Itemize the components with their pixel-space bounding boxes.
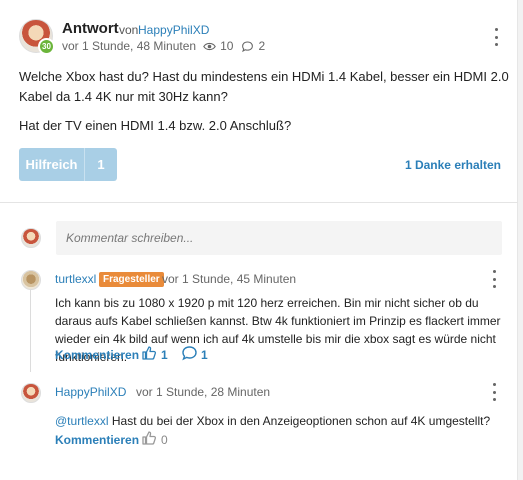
reply-count: 1 [201,348,208,362]
by-label: von [119,23,139,37]
views-count: 10 [220,39,234,53]
answer-more-icon[interactable] [493,28,499,46]
answer-time: vor 1 Stunde, 48 Minuten [62,39,197,53]
comments-count: 2 [258,39,266,53]
current-user-avatar [21,228,41,248]
mention-link[interactable]: @turtlexxl [55,414,109,428]
helpful-button[interactable]: Hilfreich 1 [19,148,117,181]
comment-author-link[interactable]: turtlexxl [55,272,96,286]
thumbs-up-icon[interactable] [141,430,157,451]
comment-input[interactable] [56,221,502,255]
asker-badge: Fragesteller [99,272,164,287]
replies-icon[interactable] [181,345,198,366]
helpful-label: Hilfreich [19,148,85,181]
answer-card: 30 Antwort von HappyPhilXD vor 1 Stunde,… [0,0,518,480]
comment-more-icon[interactable] [491,270,497,288]
answer-paragraph-1: Welche Xbox hast du? Hast du mindestens … [19,69,509,104]
eye-icon [203,40,216,53]
reply-button[interactable]: Kommentieren [55,348,139,362]
comment-time: vor 1 Stunde, 28 Minuten [136,385,271,399]
reply-button[interactable]: Kommentieren [55,433,139,447]
comment-body: Hast du bei der Xbox in den Anzeigeoptio… [111,414,491,428]
level-badge: 30 [38,38,55,55]
author-link[interactable]: HappyPhilXD [138,23,209,37]
like-count: 1 [161,348,168,362]
thanks-link[interactable]: 1 Danke erhalten [405,158,501,172]
divider [0,202,518,203]
thread-line [30,290,31,372]
commenter-avatar[interactable] [21,383,41,403]
thumbs-up-icon[interactable] [141,345,157,366]
answer-title: Antwort [62,20,119,37]
helpful-count: 1 [97,157,105,172]
commenter-avatar[interactable] [21,270,41,290]
comment-more-icon[interactable] [491,383,497,401]
answer-meta: vor 1 Stunde, 48 Minuten 10 2 [62,39,265,53]
comment-author-link[interactable]: HappyPhilXD [55,385,126,399]
comment-icon [241,40,254,53]
answer-paragraph-2: Hat der TV einen HDMI 1.4 bzw. 2.0 Ansch… [19,118,292,133]
comment-text: @turtlexxl Hast du bei der Xbox in den A… [55,412,507,430]
comment-time: vor 1 Stunde, 45 Minuten [162,272,297,286]
like-count: 0 [161,433,168,447]
